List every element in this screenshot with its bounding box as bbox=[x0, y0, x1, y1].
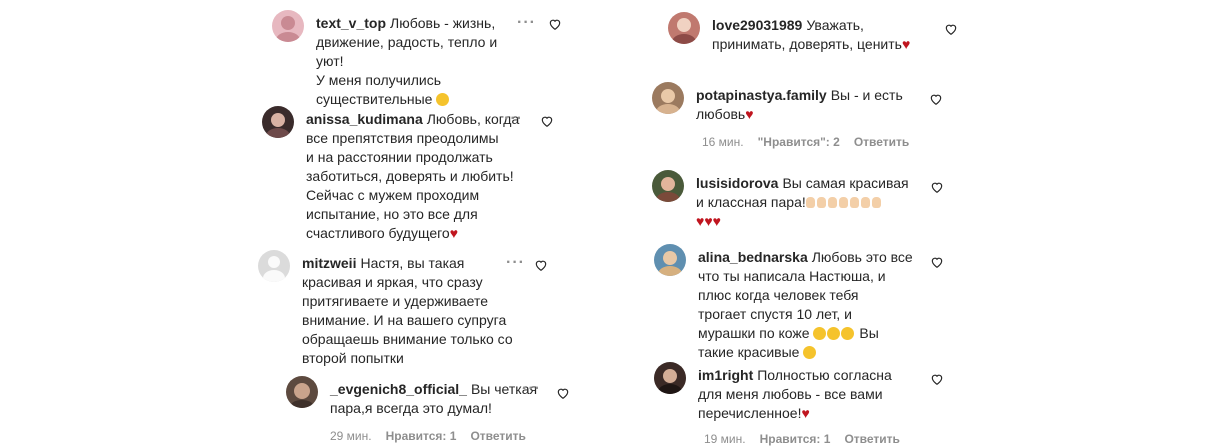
comment-body: lusisidorova Вы самая красивая и классная… bbox=[696, 175, 909, 229]
comment-body: potapinastya.family Вы - и есть любовь♥ bbox=[696, 87, 903, 122]
reply-button[interactable]: Ответить bbox=[470, 429, 525, 443]
like-heart-icon[interactable] bbox=[540, 114, 554, 128]
like-heart-icon[interactable] bbox=[929, 92, 943, 106]
avatar-photo-icon bbox=[276, 16, 300, 42]
username[interactable]: mitzweii bbox=[302, 255, 356, 271]
avatar[interactable] bbox=[262, 106, 294, 138]
like-heart-icon[interactable] bbox=[534, 258, 548, 272]
red-heart-emoji-icon: ♥ bbox=[801, 405, 810, 421]
like-heart-icon[interactable] bbox=[930, 255, 944, 269]
comment-body: anissa_kudimana Любовь, когда все препятс… bbox=[306, 111, 520, 241]
comment-meta: 19 мин. Нравится: 1 Ответить bbox=[704, 432, 914, 446]
comment-body: alina_bednarska Любовь это все что ты нап… bbox=[698, 249, 913, 360]
username[interactable]: love29031989 bbox=[712, 17, 802, 33]
comment-time[interactable]: 19 мин. bbox=[704, 432, 746, 446]
comment-meta: 29 мин. Нравится: 1 Ответить bbox=[330, 429, 540, 443]
grin-emoji-icon bbox=[436, 93, 450, 106]
more-options-icon[interactable]: ··· bbox=[522, 380, 541, 398]
like-heart-icon[interactable] bbox=[930, 372, 944, 386]
comment-body: text_v_top Любовь - жизнь, движение, радо… bbox=[316, 15, 498, 107]
comment-body: mitzweii Настя, вы такая красивая и яркая… bbox=[302, 255, 513, 366]
comment-evgenich8-reply: _evgenich8_official_ Вы четкая пара,я все… bbox=[286, 376, 576, 446]
username[interactable]: _evgenich8_official_ bbox=[330, 381, 467, 397]
avatar[interactable] bbox=[272, 10, 304, 42]
more-options-icon[interactable]: ··· bbox=[506, 254, 525, 272]
comment-potapinastya: potapinastya.family Вы - и есть любовь♥ 1… bbox=[652, 82, 952, 152]
avatar-photo-icon bbox=[658, 251, 682, 276]
username[interactable]: im1right bbox=[698, 367, 753, 383]
avatar[interactable] bbox=[652, 82, 684, 114]
clapping-emoji-icons bbox=[805, 194, 883, 210]
like-heart-icon[interactable] bbox=[930, 180, 944, 194]
avatar-photo-icon bbox=[672, 18, 696, 44]
comment-mitzweii: mitzweii Настя, вы такая красивая и яркая… bbox=[258, 250, 558, 366]
likes-count[interactable]: "Нравится": 2 bbox=[758, 135, 840, 149]
red-heart-emoji-icon: ♥ bbox=[745, 106, 754, 122]
username[interactable]: alina_bednarska bbox=[698, 249, 808, 265]
avatar-photo-icon bbox=[656, 177, 680, 202]
username[interactable]: lusisidorova bbox=[696, 175, 778, 191]
comment-alina-bednarska: alina_bednarska Любовь это все что ты нап… bbox=[654, 244, 954, 360]
username[interactable]: potapinastya.family bbox=[696, 87, 827, 103]
avatar-photo-icon bbox=[266, 113, 290, 138]
avatar[interactable] bbox=[654, 362, 686, 394]
red-heart-emoji-icon: ♥ bbox=[449, 225, 459, 241]
reply-button[interactable]: Ответить bbox=[844, 432, 899, 446]
comment-love29031989: love29031989 Уважать, принимать, доверять… bbox=[668, 12, 968, 52]
reply-button[interactable]: Ответить bbox=[854, 135, 909, 149]
comment-im1right: im1right Полностью согласна для меня любо… bbox=[654, 362, 954, 447]
likes-count[interactable]: Нравится: 1 bbox=[760, 432, 831, 446]
comment-meta: 16 мин. "Нравится": 2 Ответить bbox=[702, 135, 923, 149]
likes-count[interactable]: Нравится: 1 bbox=[386, 429, 457, 443]
comment-body: _evgenich8_official_ Вы четкая пара,я все… bbox=[330, 381, 538, 416]
comment-body: love29031989 Уважать, принимать, доверять… bbox=[712, 17, 911, 52]
heart-eyes-emoji-icon bbox=[803, 346, 817, 359]
red-heart-emoji-icon: ♥ bbox=[901, 36, 911, 52]
avatar[interactable] bbox=[668, 12, 700, 44]
like-heart-icon[interactable] bbox=[548, 17, 562, 31]
username[interactable]: anissa_kudimana bbox=[306, 111, 423, 127]
comment-text-v-top: text_v_top Любовь - жизнь, движение, радо… bbox=[272, 10, 572, 107]
comment-body: im1right Полностью согласна для меня любо… bbox=[698, 367, 892, 421]
red-hearts-emoji-icon: ♥♥♥ bbox=[696, 213, 721, 229]
like-heart-icon[interactable] bbox=[556, 386, 570, 400]
like-heart-icon[interactable] bbox=[944, 22, 958, 36]
avatar[interactable] bbox=[652, 170, 684, 202]
more-options-icon[interactable]: ··· bbox=[517, 14, 536, 32]
avatar-photo-icon bbox=[658, 369, 682, 394]
avatar-placeholder[interactable] bbox=[258, 250, 290, 282]
heart-eyes-emoji-icons bbox=[813, 325, 855, 341]
comment-lusisidorova: lusisidorova Вы самая красивая и классная… bbox=[652, 170, 952, 230]
avatar[interactable] bbox=[286, 376, 318, 408]
avatar-photo-icon bbox=[290, 383, 314, 408]
comment-time[interactable]: 29 мин. bbox=[330, 429, 372, 443]
avatar[interactable] bbox=[654, 244, 686, 276]
comment-anissa: anissa_kudimana Любовь, когда все препятс… bbox=[262, 106, 562, 241]
comment-time[interactable]: 16 мин. bbox=[702, 135, 744, 149]
avatar-photo-icon bbox=[656, 89, 680, 114]
username[interactable]: text_v_top bbox=[316, 15, 386, 31]
more-options-icon[interactable]: ··· bbox=[504, 110, 523, 128]
